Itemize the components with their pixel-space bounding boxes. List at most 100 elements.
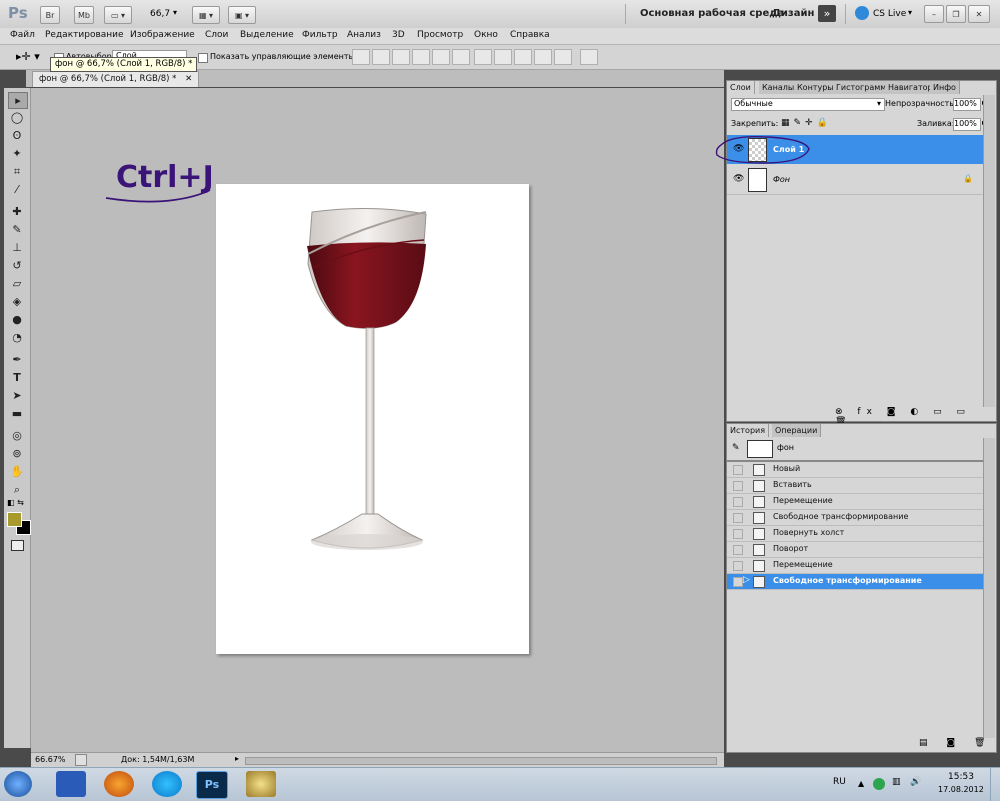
type-icon[interactable]: T (8, 370, 26, 385)
clock-date[interactable]: 17.08.2012 (938, 785, 984, 794)
distribute-vcenter-icon[interactable] (494, 49, 512, 65)
tab-info[interactable]: Инфо (930, 81, 960, 94)
bridge-button[interactable]: Br (40, 6, 60, 24)
document-canvas[interactable] (216, 184, 529, 654)
blur-icon[interactable]: ● (8, 312, 26, 327)
3d-rotate-icon[interactable]: ◎ (8, 428, 26, 443)
paint-app-icon[interactable] (246, 771, 276, 797)
distribute-bottom-icon[interactable] (514, 49, 532, 65)
menu-analysis[interactable]: Анализ (347, 30, 381, 40)
align-left-icon[interactable] (412, 49, 430, 65)
view-extras-button[interactable]: ▭ ▾ (104, 6, 132, 24)
skype-icon[interactable] (152, 771, 182, 797)
history-brush-icon[interactable]: ↺ (8, 258, 26, 273)
tab-navigator[interactable]: Навигатор (885, 81, 937, 94)
menu-edit[interactable]: Редактирование (45, 30, 124, 40)
clock-time[interactable]: 15:53 (948, 772, 974, 782)
tab-paths[interactable]: Контуры (794, 81, 838, 94)
history-source-checkbox[interactable] (733, 481, 743, 491)
brush-icon[interactable]: ✎ (8, 222, 26, 237)
distribute-left-icon[interactable] (534, 49, 552, 65)
history-item[interactable]: Вставить (727, 478, 983, 494)
document-tab[interactable]: фон @ 66,7% (Слой 1, RGB/8) * ✕ (32, 71, 200, 87)
magic-wand-icon[interactable]: ✦ (8, 146, 26, 161)
close-tab-icon[interactable]: ✕ (185, 74, 192, 84)
tab-layers[interactable]: Слои (727, 81, 755, 94)
history-scrollbar[interactable] (983, 438, 995, 738)
blend-mode-dropdown[interactable]: Обычные ▾ (731, 98, 885, 111)
menu-3d[interactable]: 3D (392, 30, 405, 40)
mini-bridge-button[interactable]: Mb (74, 6, 94, 24)
align-right-icon[interactable] (452, 49, 470, 65)
history-source-checkbox[interactable] (733, 561, 743, 571)
menu-filter[interactable]: Фильтр (302, 30, 338, 40)
lasso-icon[interactable]: ʘ (8, 128, 26, 143)
history-item-current[interactable]: ▷ Свободное трансформирование (727, 574, 983, 590)
clone-stamp-icon[interactable]: ⊥ (8, 240, 26, 255)
menu-help[interactable]: Справка (510, 30, 550, 40)
history-source-checkbox[interactable] (733, 545, 743, 555)
align-hcenter-icon[interactable] (432, 49, 450, 65)
language-indicator[interactable]: RU (833, 777, 846, 787)
zoom-dropdown-icon[interactable]: ▾ (173, 8, 177, 17)
tab-actions[interactable]: Операции (772, 424, 822, 437)
foreground-color-swatch[interactable] (7, 512, 22, 527)
align-vcenter-icon[interactable] (372, 49, 390, 65)
arrange-documents-button[interactable]: ▦ ▾ (192, 6, 220, 24)
default-colors-icon[interactable]: ◧ ⇆ (7, 498, 24, 507)
auto-align-layers-icon[interactable] (580, 49, 598, 65)
opacity-field[interactable]: 100% (953, 98, 981, 111)
history-brush-source-icon[interactable]: ✎ (732, 443, 740, 453)
zoom-level[interactable]: 66,7 (150, 9, 170, 19)
align-bottom-icon[interactable] (392, 49, 410, 65)
utorrent-tray-icon[interactable] (873, 778, 885, 790)
status-zoom[interactable]: 66.67% (35, 755, 66, 764)
history-item[interactable]: Новый (727, 462, 983, 478)
more-workspaces-icon[interactable]: » (818, 5, 836, 22)
path-selection-icon[interactable]: ➤ (8, 388, 26, 403)
layers-scrollbar[interactable] (983, 95, 995, 407)
show-desktop-button[interactable] (990, 768, 1000, 801)
zoom-icon[interactable]: ⌕ (8, 482, 26, 497)
cs-live-icon[interactable] (855, 6, 869, 20)
menu-image[interactable]: Изображение (130, 30, 195, 40)
layer-row[interactable]: 👁 Фон 🔒 (727, 165, 983, 195)
status-info-icon[interactable] (75, 754, 87, 766)
history-item[interactable]: Перемещение (727, 558, 983, 574)
eraser-icon[interactable]: ▱ (8, 276, 26, 291)
hand-icon[interactable]: ✋ (8, 464, 26, 479)
layer-visibility-eye-icon[interactable]: 👁 (733, 174, 744, 184)
align-top-icon[interactable] (352, 49, 370, 65)
menu-layer[interactable]: Слои (205, 30, 228, 40)
tray-arrow-icon[interactable]: ▲ (858, 779, 864, 788)
history-item[interactable]: Перемещение (727, 494, 983, 510)
history-snapshot[interactable]: ✎ фон (727, 438, 983, 462)
workspace-design[interactable]: Дизайн (772, 8, 814, 19)
tab-channels[interactable]: Каналы (759, 81, 799, 94)
workspace-essentials[interactable]: Основная рабочая среда (640, 8, 784, 19)
tab-history[interactable]: История (727, 424, 770, 437)
dodge-icon[interactable]: ◔ (8, 330, 26, 345)
network-tray-icon[interactable]: ▥ (892, 777, 901, 787)
distribute-top-icon[interactable] (474, 49, 492, 65)
history-item[interactable]: Поворот (727, 542, 983, 558)
menu-window[interactable]: Окно (474, 30, 498, 40)
menu-file[interactable]: Файл (10, 30, 35, 40)
history-source-checkbox[interactable] (733, 513, 743, 523)
close-icon[interactable]: ✕ (968, 5, 990, 23)
horizontal-scrollbar[interactable] (245, 757, 717, 765)
photoshop-taskbar-icon[interactable]: Ps (196, 771, 228, 799)
3d-orbit-icon[interactable]: ⊚ (8, 446, 26, 461)
lock-icons[interactable]: ▦✎✛🔒 (781, 118, 832, 128)
screen-mode-button[interactable]: ▣ ▾ (228, 6, 256, 24)
history-item[interactable]: Повернуть холст (727, 526, 983, 542)
eyedropper-icon[interactable]: ⁄ (8, 182, 26, 197)
rectangle-icon[interactable]: ▬ (8, 406, 26, 421)
spot-healing-icon[interactable]: ✚ (8, 204, 26, 219)
status-arrow-icon[interactable]: ▸ (235, 754, 239, 763)
history-item[interactable]: Свободное трансформирование (727, 510, 983, 526)
restore-icon[interactable]: ❐ (946, 5, 966, 23)
history-source-checkbox[interactable] (733, 465, 743, 475)
history-footer-icons[interactable]: ▤ ◙ 🗑 (919, 738, 993, 748)
distribute-right-icon[interactable] (554, 49, 572, 65)
